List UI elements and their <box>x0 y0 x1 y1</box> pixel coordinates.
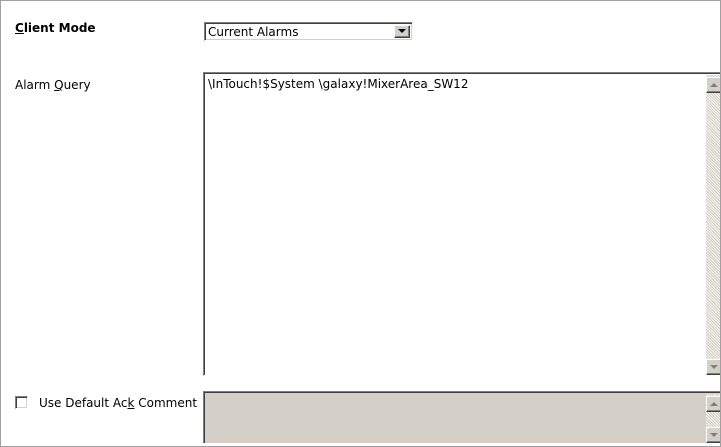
ack-comment-scrollbar <box>706 394 720 443</box>
scroll-up-arrow-icon <box>710 83 718 87</box>
scroll-down-arrow-icon <box>710 433 718 437</box>
alarm-query-scroll-up-button[interactable] <box>706 77 720 93</box>
ack-comment-label-text: Comment <box>134 396 198 410</box>
alarm-query-value: \InTouch!$System \galaxy!MixerArea_SW12 <box>208 77 469 91</box>
scroll-down-arrow-icon <box>710 365 718 369</box>
use-default-ack-comment-checkbox[interactable] <box>15 396 28 409</box>
client-mode-selected-value: Current Alarms <box>208 25 299 39</box>
client-mode-dropdown-button[interactable] <box>394 25 410 38</box>
alarm-query-label-text: uery <box>63 78 91 92</box>
scroll-up-arrow-icon <box>710 402 718 406</box>
chevron-down-icon <box>398 29 406 33</box>
alarm-query-label-prefix: Alarm <box>15 78 55 92</box>
alarm-query-textarea[interactable]: \InTouch!$System \galaxy!MixerArea_SW12 <box>203 72 720 376</box>
alarm-query-scroll-down-button[interactable] <box>706 359 720 375</box>
ack-comment-scroll-down-button <box>706 427 720 443</box>
client-mode-label-accelerator: C <box>15 21 24 35</box>
ack-comment-scroll-up-button <box>706 396 720 412</box>
alarm-query-scrollbar[interactable] <box>706 75 720 375</box>
use-default-ack-comment-label[interactable]: Use Default Ack Comment <box>39 396 197 410</box>
ack-comment-textarea <box>203 391 720 443</box>
alarm-client-settings-panel: Client Mode Current Alarms Alarm Query \… <box>0 0 721 447</box>
alarm-query-label-accelerator: Q <box>54 78 64 92</box>
client-mode-label-text: lient Mode <box>23 21 96 35</box>
ack-comment-label-prefix: Use Default Ac <box>39 396 128 410</box>
client-mode-label: Client Mode <box>15 21 96 35</box>
alarm-query-label: Alarm Query <box>15 78 91 92</box>
client-mode-dropdown[interactable]: Current Alarms <box>204 22 413 41</box>
